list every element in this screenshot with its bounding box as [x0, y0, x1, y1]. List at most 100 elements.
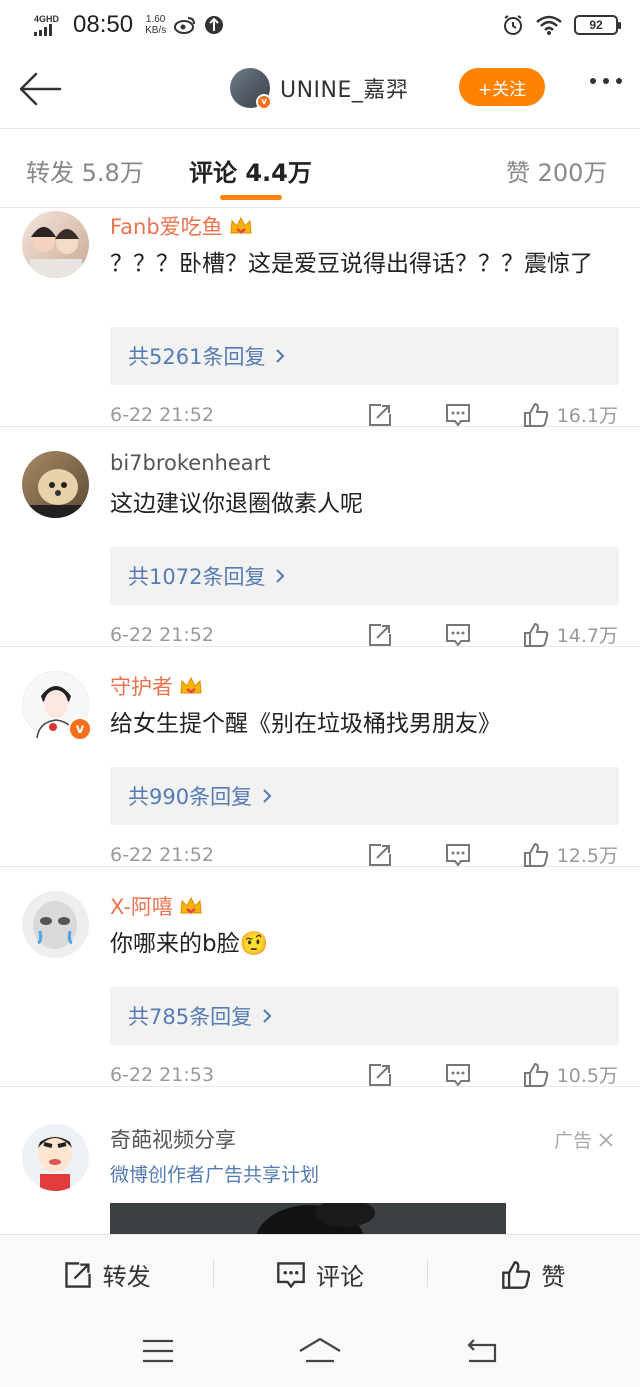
comment-icon[interactable]: [445, 1062, 471, 1088]
repost-icon[interactable]: [367, 842, 393, 868]
replies-link[interactable]: 共1072条回复: [110, 547, 619, 605]
avatar[interactable]: [22, 451, 89, 518]
back-button[interactable]: [18, 66, 64, 112]
replies-link[interactable]: 共785条回复: [110, 987, 619, 1045]
repost-icon[interactable]: [367, 1062, 393, 1088]
dot-icon: [603, 78, 609, 84]
vip-crown-icon: [230, 216, 252, 234]
comment-actions: 10.5万: [367, 1061, 618, 1088]
follow-button[interactable]: +关注: [459, 68, 545, 106]
comment-icon[interactable]: [445, 402, 471, 428]
like-count: 16.1万: [556, 405, 618, 427]
ad-card[interactable]: 奇葩视频分享 微博创作者广告共享计划 广告: [0, 1104, 640, 1243]
replies-count: 共785条回复: [128, 1005, 253, 1029]
tab-comments[interactable]: 评论 4.4万: [189, 153, 312, 188]
ad-subtitle-link[interactable]: 微博创作者广告共享计划: [110, 1160, 319, 1187]
repost-button[interactable]: 转发: [0, 1257, 213, 1292]
comment-icon[interactable]: [445, 622, 471, 648]
thumbs-up-icon[interactable]: [523, 402, 549, 428]
replies-count: 共5261条回复: [128, 345, 266, 369]
chevron-right-icon: [263, 789, 272, 803]
thumbs-up-icon[interactable]: [523, 842, 549, 868]
network-indicator: 4GHD: [34, 14, 59, 36]
comment-author[interactable]: X-阿嘻: [110, 891, 203, 921]
avatar-image: [33, 901, 77, 949]
replies-link[interactable]: 共990条回复: [110, 767, 619, 825]
ad-account-name: 奇葩视频分享: [110, 1128, 236, 1152]
thumbs-up-icon[interactable]: [523, 622, 549, 648]
signal-icon: [34, 23, 52, 36]
comment-author[interactable]: Fanb爱吃鱼: [110, 211, 253, 241]
comment-icon: [277, 1261, 305, 1288]
comment-button[interactable]: 评论: [213, 1257, 426, 1292]
comment-author[interactable]: bi7brokenheart: [110, 451, 270, 475]
vip-crown-icon: [180, 896, 202, 914]
back-nav-icon[interactable]: [465, 1337, 499, 1365]
comment-author-name: X-阿嘻: [110, 895, 173, 919]
comment-item: bi7brokenheart 这边建议你退圈做素人呢 共1072条回复 6-22…: [0, 427, 640, 647]
comment-actions: 12.5万: [367, 841, 618, 868]
avatar[interactable]: [22, 211, 89, 278]
comment-time: 6-22 21:52: [110, 624, 214, 646]
bottom-action-bar: 转发 评论 赞: [0, 1234, 640, 1314]
comment-text: 给女生提个醒《别在垃圾桶找男朋友》: [110, 711, 501, 737]
comment-time: 6-22 21:52: [110, 844, 214, 866]
replies-link[interactable]: 共5261条回复: [110, 327, 619, 385]
like-count: 12.5万: [556, 845, 618, 867]
comment-text: 这边建议你退圈做素人呢: [110, 491, 363, 517]
comment-author-name: bi7brokenheart: [110, 451, 271, 475]
tab-likes[interactable]: 赞 200万: [506, 153, 607, 188]
thumbs-up-icon[interactable]: [523, 1062, 549, 1088]
avatar[interactable]: v: [230, 68, 272, 110]
nav-username: UNINE_嘉羿: [280, 78, 409, 103]
menu-icon[interactable]: [141, 1338, 175, 1364]
net-speed-value: 1.60: [145, 14, 166, 25]
comment-list: Fanb爱吃鱼 ？？？卧槽？这是爱豆说得出得话？？？震惊了 共5261条回复 6…: [0, 207, 640, 1087]
avatar[interactable]: v: [22, 671, 92, 741]
avatar-image: [38, 1136, 72, 1191]
net-speed: 1.60 KB/s: [145, 14, 166, 36]
like-count: 10.5万: [556, 1065, 618, 1087]
avatar-image: [30, 227, 82, 278]
ad-label: 广告: [553, 1130, 592, 1152]
repost-icon[interactable]: [367, 622, 393, 648]
weibo-icon: [174, 17, 196, 34]
comment-author[interactable]: 守护者: [110, 671, 203, 701]
like-count: 14.7万: [556, 625, 618, 647]
comment-actions: 14.7万: [367, 621, 618, 648]
top-nav: v UNINE_嘉羿 +关注: [0, 50, 640, 128]
tab-repost[interactable]: 转发 5.8万: [26, 153, 144, 188]
home-icon[interactable]: [298, 1337, 342, 1365]
ad-tag[interactable]: 广告: [554, 1126, 614, 1153]
comment-item: X-阿嘻 你哪来的b脸🤨 共785条回复 6-22 21:53 10.5万: [0, 867, 640, 1087]
repost-icon: [64, 1261, 91, 1288]
comment-icon[interactable]: [445, 842, 471, 868]
dot-icon: [590, 78, 596, 84]
comment-text: 你哪来的b脸🤨: [110, 931, 269, 957]
verified-badge-icon: v: [256, 94, 272, 110]
repost-icon[interactable]: [367, 402, 393, 428]
replies-count: 共1072条回复: [128, 565, 266, 589]
tab-bar: 转发 5.8万 评论 4.4万 赞 200万: [0, 128, 640, 208]
comment-time: 6-22 21:53: [110, 1064, 214, 1086]
system-nav-bar: [0, 1314, 640, 1387]
clock: 08:50: [73, 11, 134, 38]
alarm-icon: [504, 15, 522, 35]
wifi-icon: [536, 15, 562, 35]
avatar[interactable]: [22, 891, 89, 958]
avatar-image: [22, 469, 89, 518]
avatar[interactable]: [22, 1124, 89, 1191]
like-label: 赞: [541, 1263, 566, 1291]
nav-user[interactable]: v UNINE_嘉羿: [230, 68, 409, 110]
repost-label: 转发: [102, 1263, 151, 1291]
more-button[interactable]: [590, 78, 622, 84]
verified-badge-icon: v: [68, 717, 92, 741]
arrow-left-icon: [19, 72, 62, 106]
close-icon[interactable]: [598, 1132, 614, 1148]
comment-time: 6-22 21:52: [110, 404, 214, 426]
chevron-right-icon: [276, 349, 285, 363]
comment-text: ？？？卧槽？这是爱豆说得出得话？？？震惊了: [110, 251, 593, 277]
battery-level: 92: [589, 18, 603, 32]
comment-item: v 守护者 给女生提个醒《别在垃圾桶找男朋友》 共990条回复 6-22 21:…: [0, 647, 640, 867]
like-button[interactable]: 赞: [426, 1257, 640, 1292]
